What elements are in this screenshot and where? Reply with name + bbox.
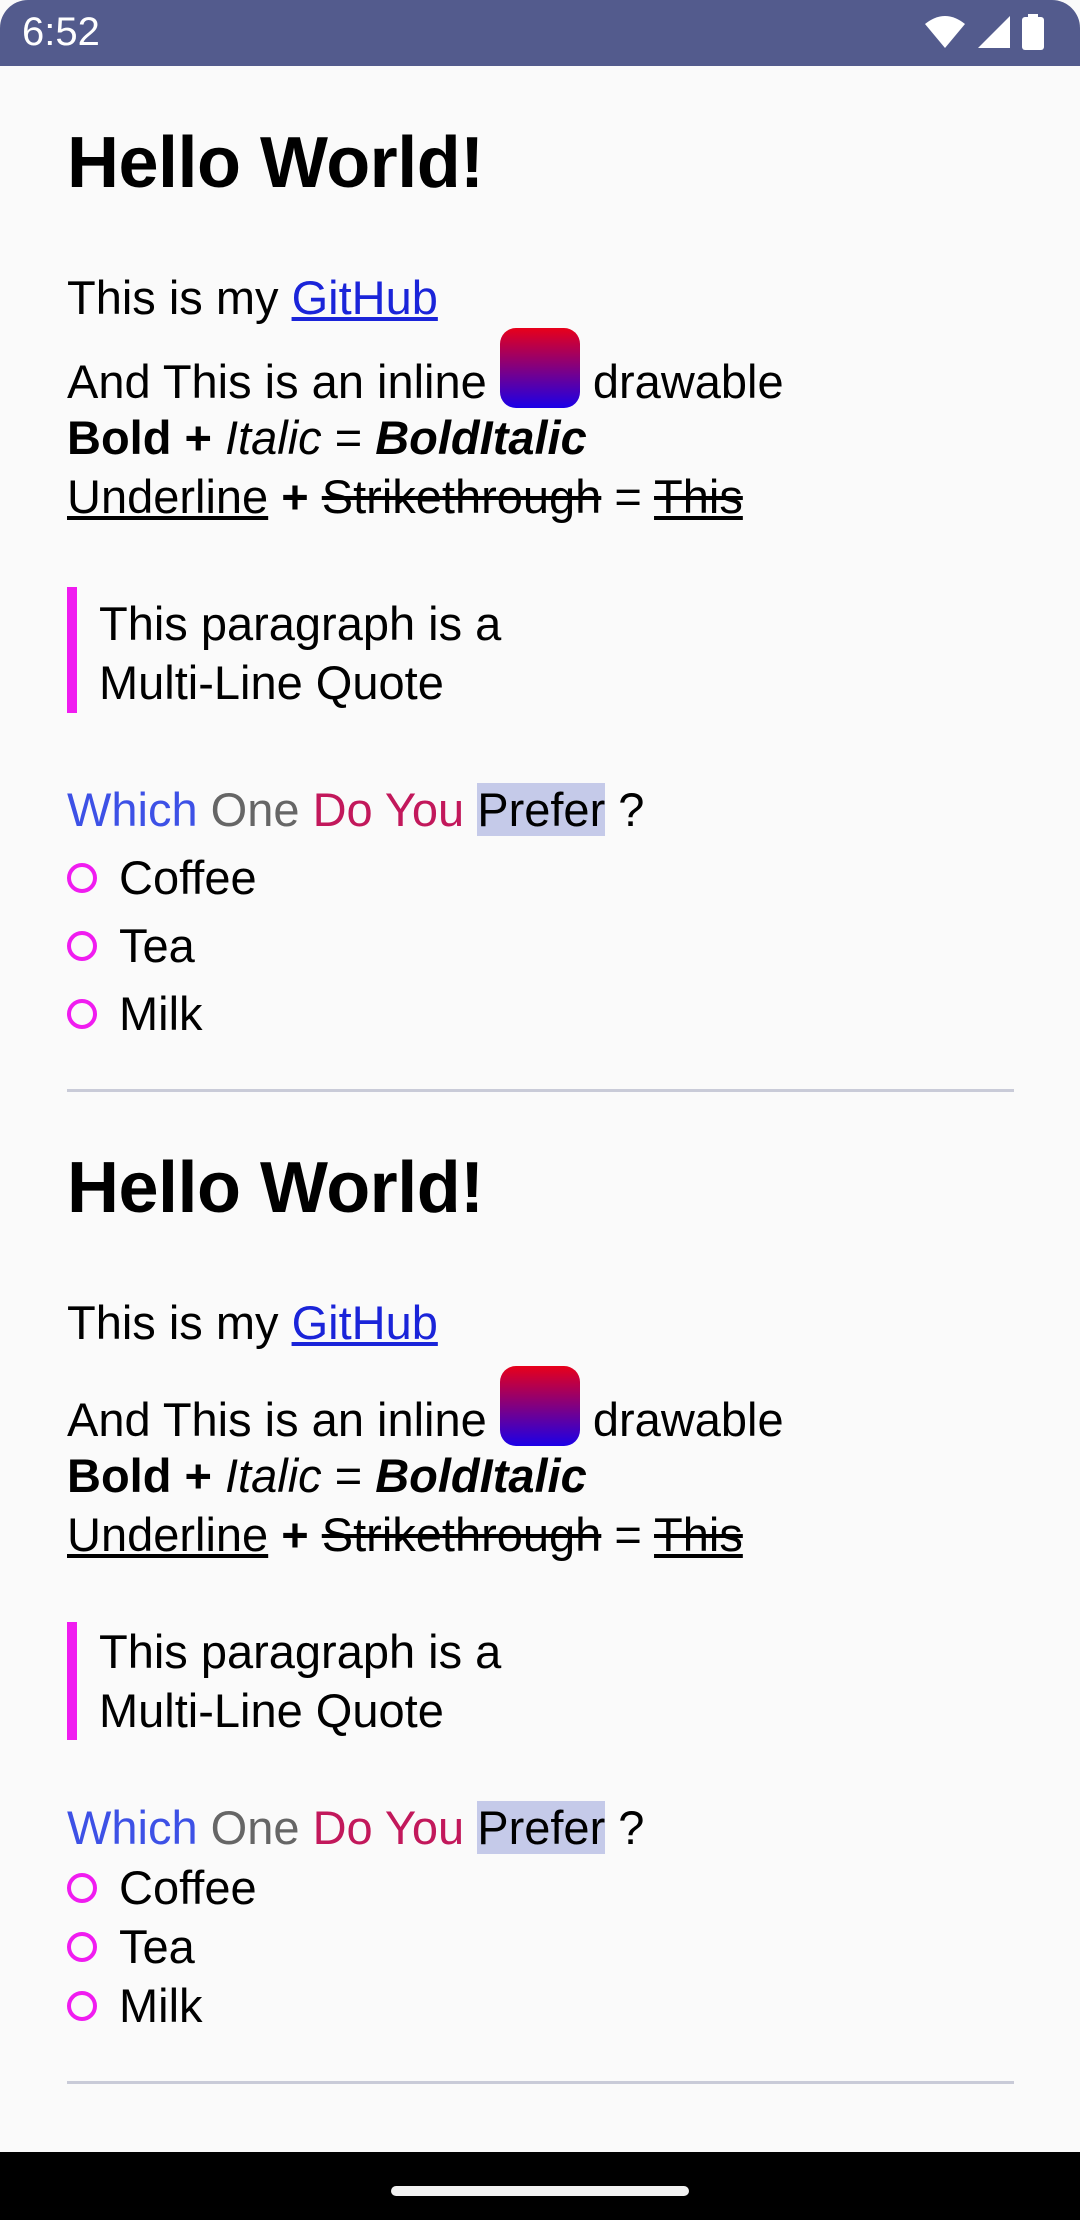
quote-line-1: This paragraph is a (99, 597, 502, 650)
equals-sign: = (321, 411, 376, 464)
plus-sign: + (171, 1449, 225, 1502)
question-prefer: Prefer (477, 1801, 606, 1854)
plus-sign: + (268, 470, 322, 523)
github-link[interactable]: GitHub (292, 1296, 438, 1349)
bold-text: Bold (67, 1449, 172, 1502)
underline-text: Underline (67, 470, 269, 523)
strikethrough-text: Strikethrough (321, 470, 602, 523)
drawable-suffix: drawable (579, 355, 784, 408)
question-which: Which (67, 1801, 198, 1854)
github-prefix: This is my (67, 271, 292, 324)
page-title: Hello World! (67, 1148, 484, 1228)
github-prefix: This is my (67, 1296, 292, 1349)
question-line: Which One Do You Prefer ? (67, 782, 644, 837)
quote-line-2: Multi-Line Quote (99, 656, 444, 709)
list-item: Tea (67, 1919, 195, 1974)
underline-strike-text: This (654, 470, 743, 523)
status-bar: 6:52 (0, 0, 1080, 66)
italic-text: Italic (225, 411, 322, 464)
circle-bullet-icon (67, 1931, 97, 1962)
list-item: Coffee (67, 1860, 257, 1915)
quote-block: This paragraph is a Multi-Line Quote (99, 1622, 501, 1740)
circle-bullet-icon (67, 1990, 97, 2021)
github-line: This is my GitHub (67, 270, 438, 325)
circle-bullet-icon (67, 1872, 97, 1903)
equals-sign: = (601, 1508, 655, 1561)
question-prefer: Prefer (477, 783, 606, 836)
option-label: Coffee (119, 851, 257, 904)
quote-bar (67, 1622, 77, 1740)
question-line: Which One Do You Prefer ? (67, 1800, 644, 1855)
drawable-line: And This is an inline drawable (67, 328, 784, 409)
plus-sign: + (171, 411, 225, 464)
option-label: Coffee (119, 1861, 257, 1914)
question-which: Which (67, 783, 198, 836)
quote-line-1: This paragraph is a (99, 1625, 502, 1678)
underline-text: Underline (67, 1508, 269, 1561)
quote-bar (67, 587, 77, 713)
equals-sign: = (321, 1449, 376, 1502)
divider (67, 2081, 1014, 2084)
drawable-line: And This is an inline drawable (67, 1366, 784, 1447)
cellular-signal-icon (978, 16, 1010, 48)
battery-icon (1022, 14, 1044, 50)
decoration-line: Underline + Strikethrough = This (67, 469, 743, 524)
bold-italic-text: BoldItalic (375, 1449, 587, 1502)
question-one: One (210, 783, 300, 836)
drawable-prefix: And This is an inline (67, 1393, 500, 1446)
gradient-drawable-icon (499, 1366, 580, 1446)
drawable-prefix: And This is an inline (67, 355, 500, 408)
plus-sign: + (268, 1508, 322, 1561)
list-item: Coffee (67, 850, 257, 905)
home-gesture-handle[interactable] (391, 2186, 689, 2196)
question-do-you: Do You (312, 783, 465, 836)
status-time: 6:52 (22, 10, 100, 54)
style-line: Bold + Italic = BoldItalic (67, 1448, 587, 1503)
underline-strike-text: This (654, 1508, 743, 1561)
list-item: Milk (67, 986, 203, 1041)
option-label: Tea (119, 919, 195, 972)
github-line: This is my GitHub (67, 1295, 438, 1350)
circle-bullet-icon (67, 998, 97, 1029)
style-line: Bold + Italic = BoldItalic (67, 410, 587, 465)
bold-text: Bold (67, 411, 172, 464)
github-link[interactable]: GitHub (292, 271, 438, 324)
list-item: Tea (67, 918, 195, 973)
question-mark: ? (605, 783, 645, 836)
divider (67, 1089, 1014, 1092)
status-icons (924, 14, 1044, 50)
gradient-drawable-icon (499, 328, 580, 408)
quote-block: This paragraph is a Multi-Line Quote (99, 594, 501, 712)
question-one: One (210, 1801, 300, 1854)
option-label: Milk (119, 987, 203, 1040)
drawable-suffix: drawable (579, 1393, 784, 1446)
wifi-icon (925, 16, 965, 48)
question-do-you: Do You (312, 1801, 465, 1854)
question-mark: ? (605, 1801, 645, 1854)
decoration-line: Underline + Strikethrough = This (67, 1507, 743, 1562)
equals-sign: = (601, 470, 655, 523)
bold-italic-text: BoldItalic (375, 411, 587, 464)
quote-line-2: Multi-Line Quote (99, 1684, 444, 1737)
option-label: Tea (119, 1920, 195, 1973)
circle-bullet-icon (67, 862, 97, 893)
italic-text: Italic (225, 1449, 322, 1502)
navigation-bar (0, 2152, 1080, 2220)
list-item: Milk (67, 1978, 203, 2033)
circle-bullet-icon (67, 930, 97, 961)
strikethrough-text: Strikethrough (321, 1508, 602, 1561)
option-label: Milk (119, 1979, 203, 2032)
page-title: Hello World! (67, 123, 484, 203)
